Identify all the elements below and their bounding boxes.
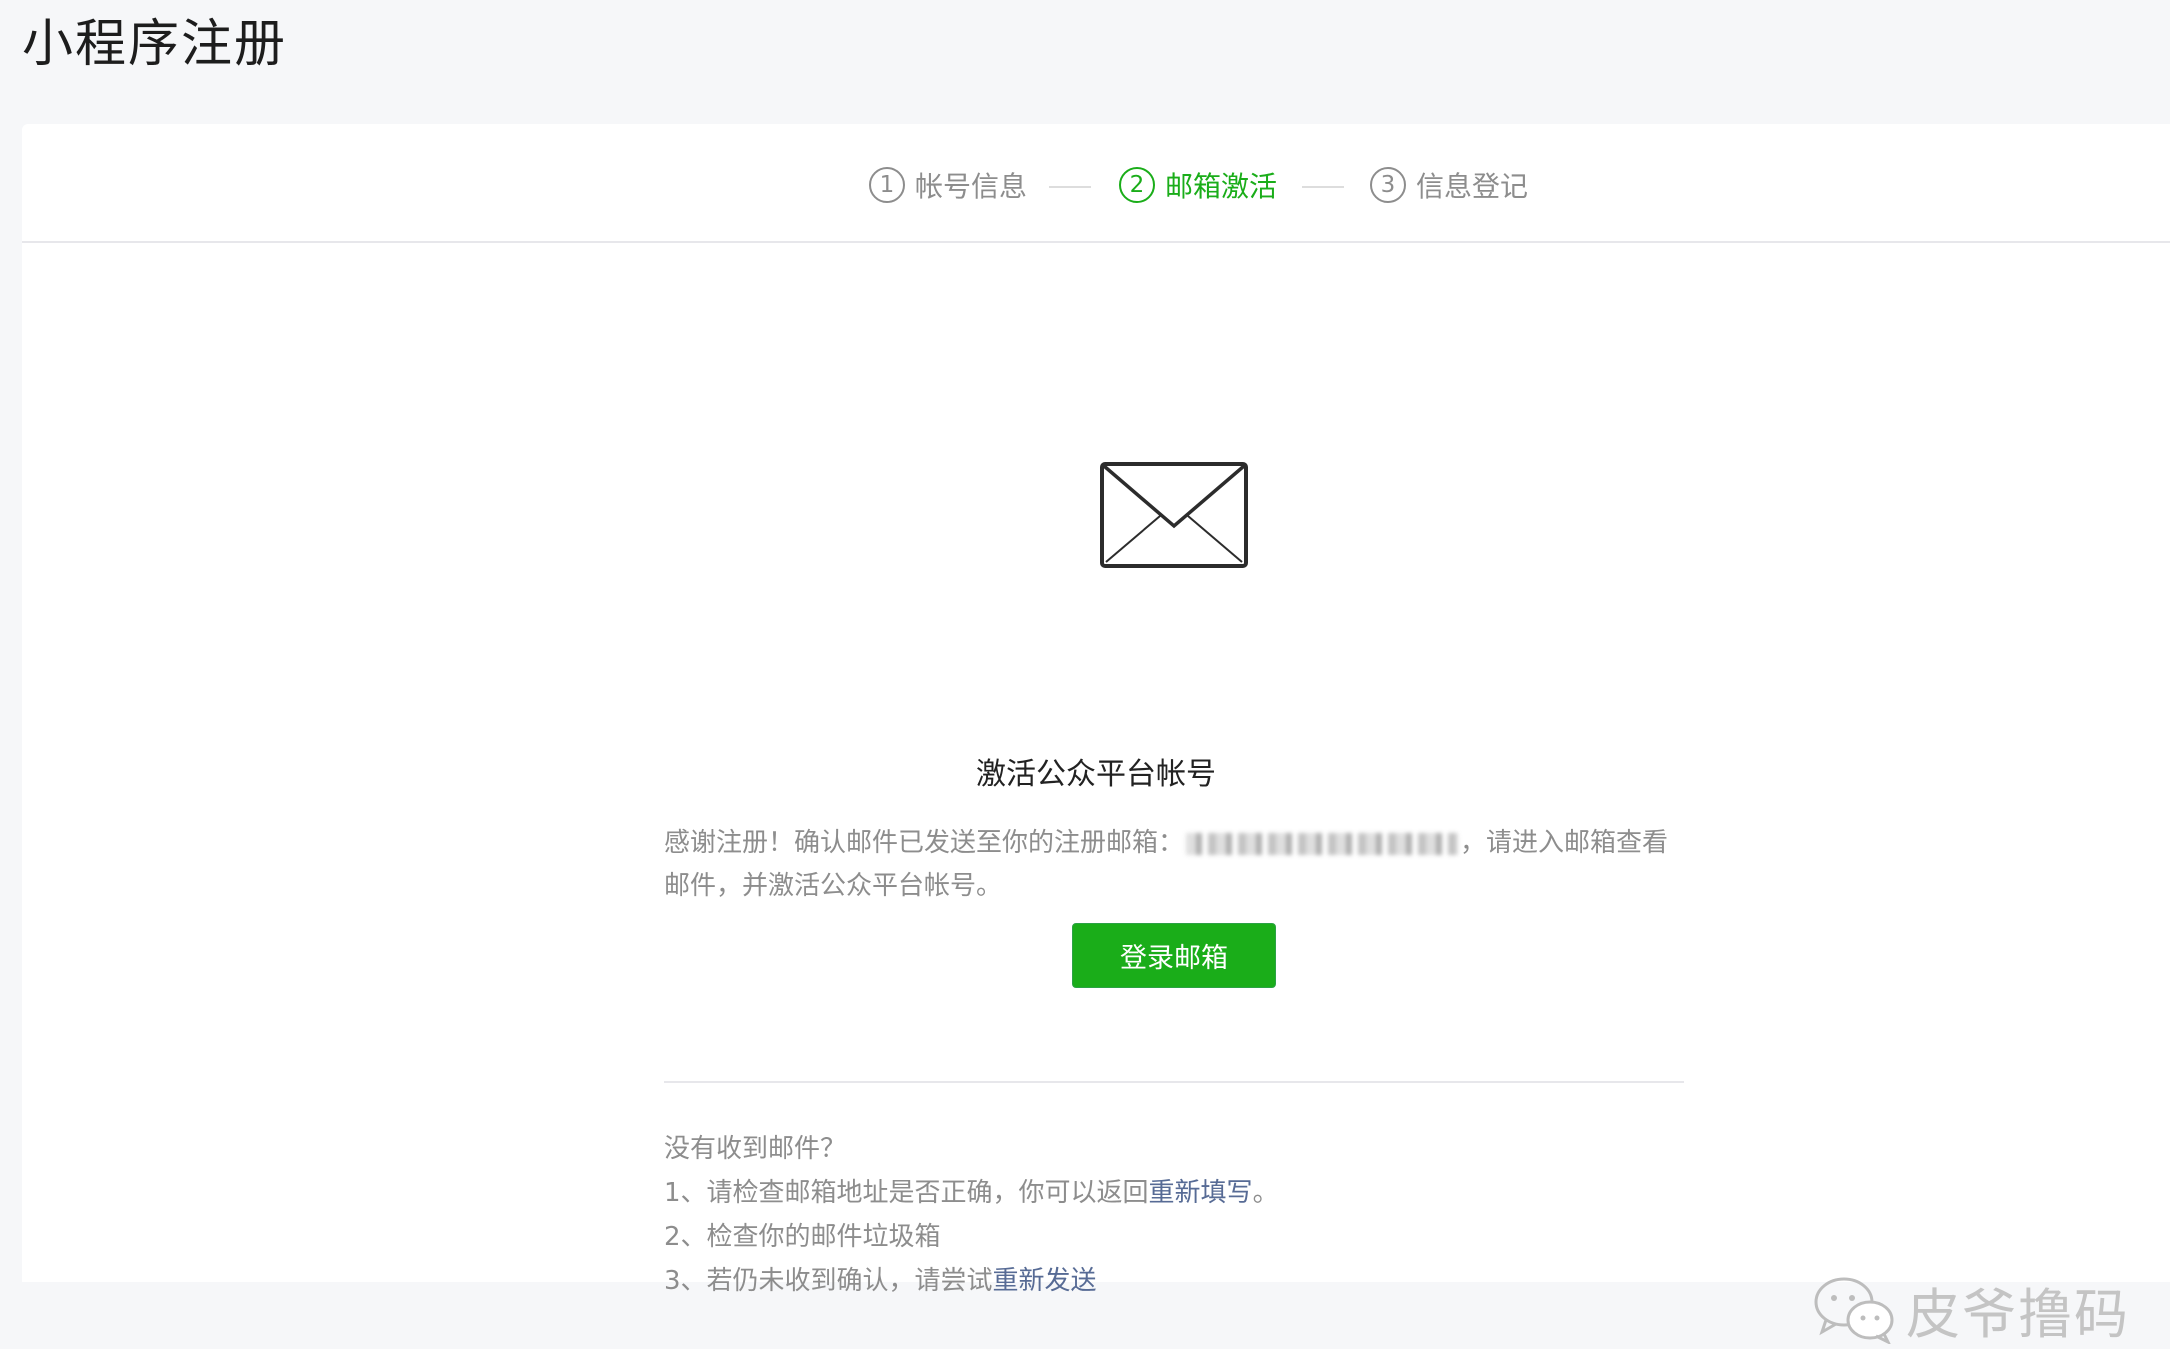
help-item-2: 2、检查你的邮件垃圾箱: [664, 1222, 941, 1252]
help-section: 没有收到邮件？ 1、请检查邮箱地址是否正确，你可以返回重新填写。 2、检查你的邮…: [664, 1127, 1764, 1303]
step-connector: [1049, 186, 1091, 188]
divider: [664, 1081, 1684, 1083]
step-label: 信息登记: [1416, 170, 1529, 203]
description-text: 感谢注册！确认邮件已发送至你的注册邮箱：: [664, 828, 1185, 858]
login-email-button[interactable]: 登录邮箱: [1072, 923, 1276, 988]
page-title: 小程序注册: [22, 15, 288, 74]
step-number: 2: [1119, 167, 1155, 203]
help-item-text: 1、请检查邮箱地址是否正确，你可以返回: [664, 1178, 1149, 1208]
envelope-icon: [1100, 462, 1248, 568]
watermark: 皮爷撸码: [1812, 1274, 2130, 1346]
step-indicator: 1 帐号信息 2 邮箱激活 3 信息登记: [22, 124, 2170, 243]
masked-email: [1186, 832, 1459, 855]
step-label: 邮箱激活: [1165, 170, 1278, 203]
help-item-text: 3、若仍未收到确认，请尝试: [664, 1266, 993, 1296]
activation-title: 激活公众平台帐号: [976, 757, 1216, 792]
wechat-icon: [1814, 1277, 1894, 1344]
resend-link[interactable]: 重新发送: [993, 1266, 1097, 1296]
step-label: 帐号信息: [915, 170, 1028, 203]
step-email-activation: 2 邮箱激活: [1119, 165, 1277, 205]
step-connector: [1302, 186, 1344, 188]
registration-card: 1 帐号信息 2 邮箱激活 3 信息登记 激活公众平台帐号 感谢注册！确认邮件已…: [22, 124, 2170, 1346]
watermark-text: 皮爷撸码: [1906, 1282, 2130, 1346]
help-item-suffix: 。: [1252, 1178, 1279, 1208]
step-number: 1: [869, 167, 905, 203]
step-number: 3: [1370, 167, 1406, 203]
step-account-info: 1 帐号信息: [869, 165, 1027, 205]
refill-link[interactable]: 重新填写: [1149, 1178, 1253, 1208]
help-item-1: 1、请检查邮箱地址是否正确，你可以返回重新填写。: [664, 1171, 1764, 1215]
step-info-registration: 3 信息登记: [1370, 165, 1528, 205]
help-item-3: 3、若仍未收到确认，请尝试重新发送: [664, 1259, 1764, 1303]
activation-description: 感谢注册！确认邮件已发送至你的注册邮箱： ，请进入邮箱查看邮件，并激活公众平台帐号…: [664, 822, 1694, 908]
help-question: 没有收到邮件？: [664, 1134, 847, 1164]
